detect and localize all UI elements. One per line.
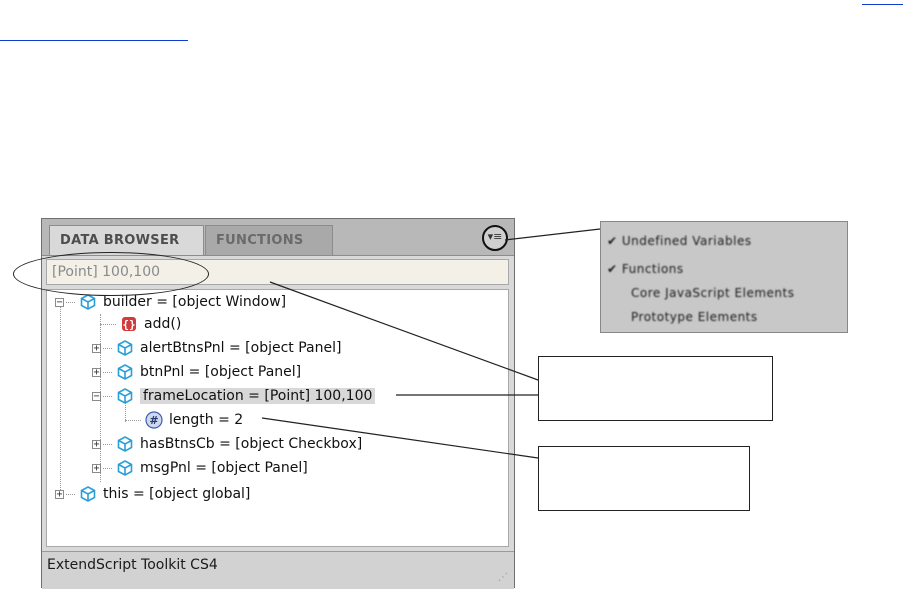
leader-lines	[261, 228, 601, 459]
